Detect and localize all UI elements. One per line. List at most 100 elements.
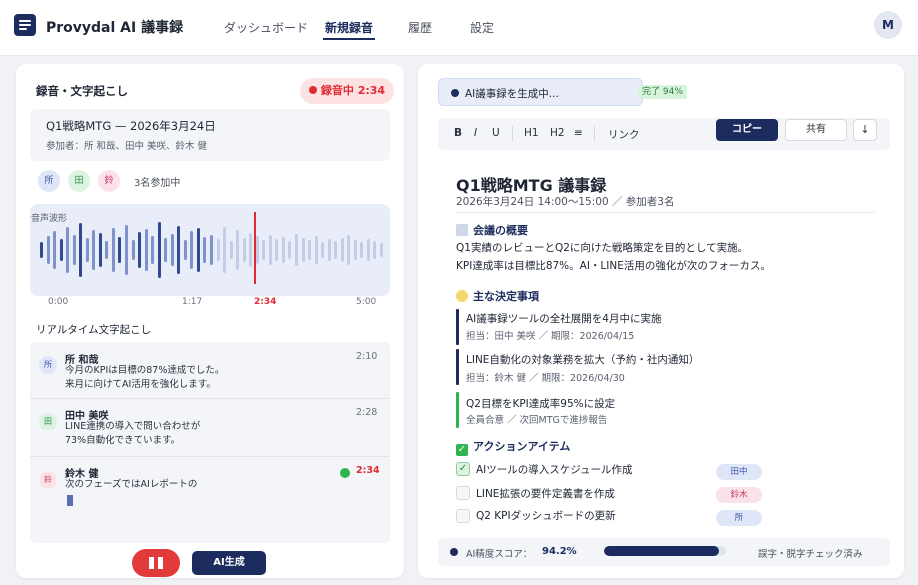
- waveform-bar: [151, 236, 155, 264]
- overview-text: Q1実績のレビューとQ2に向けた戦略策定を目的として実施。: [456, 242, 749, 254]
- underline-button[interactable]: U: [492, 127, 500, 139]
- waveform-bar: [72, 235, 76, 265]
- transcript-list[interactable]: 所 所 和哉 今月のKPIは目標の87%達成でした。 来月に向けてAI活用を強化…: [30, 342, 390, 543]
- nav-active-indicator: [323, 38, 375, 40]
- link-button[interactable]: リンク: [608, 127, 640, 142]
- decision-meta: 全員合意 ／ 次回MTGで進捗報告: [466, 415, 608, 426]
- score-bar: [604, 546, 726, 556]
- decision-marker: [456, 392, 459, 428]
- panel-title: 録音・文字起こし: [36, 84, 128, 98]
- transcript-title: リアルタイム文字起こし: [36, 324, 152, 336]
- transcript-time: 2:10: [356, 351, 378, 362]
- waveform-bar: [53, 231, 57, 269]
- transcript-line: 73%自動化できています。: [65, 435, 181, 446]
- ai-generation-status: AI議事録を生成中...: [438, 78, 643, 106]
- time-current: 2:34: [254, 297, 277, 307]
- overview-heading: 会議の概要: [456, 222, 528, 238]
- transcript-item: 鈴 鈴木 健 次のフェーズではAIレポートの 2:34: [30, 457, 390, 543]
- waveform-bar: [170, 234, 174, 266]
- action-checkbox[interactable]: [456, 486, 470, 500]
- ai-generate-button[interactable]: AI生成: [192, 551, 266, 575]
- decision-marker: [456, 349, 459, 385]
- speaker-avatar: 所: [39, 356, 57, 374]
- waveform-bar: [40, 242, 43, 258]
- nav-dashboard[interactable]: ダッシュボード: [224, 19, 308, 36]
- top-bar: Provydal AI 議事録 ダッシュボード 新規録音 履歴 設定 M: [0, 0, 918, 56]
- app-logo-icon[interactable]: [14, 14, 36, 36]
- waveform-bar: [111, 228, 115, 272]
- waveform-label: 音声波形: [31, 214, 68, 224]
- waveform-bar: [268, 235, 272, 265]
- recording-status-badge: 録音中 2:34: [300, 78, 394, 104]
- waveform-bar: [360, 242, 364, 258]
- action-text: LINE拡張の要件定義書を作成: [476, 488, 615, 500]
- participant-avatar[interactable]: 田: [68, 170, 90, 192]
- waveform-bar: [288, 241, 292, 259]
- action-checkbox[interactable]: [456, 509, 470, 523]
- notepad-icon: [456, 224, 468, 236]
- meeting-participants: 参加者：所 和哉、田中 美咲、鈴木 健: [46, 141, 208, 152]
- nav-history[interactable]: 履歴: [408, 19, 432, 36]
- accuracy-footer: AI精度スコア： 94.2% 誤字・脱字チェック済み: [438, 538, 890, 566]
- italic-button[interactable]: I: [474, 127, 477, 139]
- toolbar-divider: [512, 126, 513, 142]
- assignee-tag: 所: [716, 510, 762, 526]
- waveform-bar: [262, 240, 266, 260]
- waveform-bar: [380, 243, 383, 257]
- time-mid: 1:17: [182, 297, 203, 307]
- toolbar-divider: [594, 126, 595, 142]
- waveform-bar: [301, 238, 305, 262]
- transcript-line: 次のフェーズではAIレポートの: [65, 479, 198, 490]
- meeting-title: Q1戦略MTG — 2026年3月24日: [46, 119, 216, 133]
- waveform-bar: [255, 236, 259, 264]
- minutes-subtitle: 2026年3月24日 14:00〜15:00 ／ 参加者3名: [456, 196, 675, 208]
- waveform-bar: [183, 240, 187, 260]
- score-label: AI精度スコア：: [466, 549, 533, 560]
- audio-waveform[interactable]: [30, 204, 390, 296]
- action-text: AIツールの導入スケジュール作成: [476, 464, 633, 476]
- pause-button[interactable]: [132, 549, 180, 577]
- list-button[interactable]: ≡: [574, 127, 583, 139]
- live-indicator-icon: [340, 468, 350, 478]
- decision-meta: 担当：鈴木 健 ／ 期限：2026/04/30: [466, 373, 625, 384]
- nav-settings[interactable]: 設定: [470, 19, 494, 36]
- waveform-bar: [334, 241, 338, 259]
- user-avatar[interactable]: M: [874, 11, 902, 39]
- download-icon[interactable]: ↓: [853, 119, 877, 141]
- transcript-line: 今月のKPIは目標の87%達成でした。: [65, 365, 225, 376]
- minutes-panel: AI議事録を生成中... 完了 94% B I U H1 H2 ≡ リンク コピ…: [418, 64, 904, 578]
- waveform-bar: [223, 227, 227, 273]
- participant-avatar[interactable]: 所: [38, 170, 60, 192]
- waveform-bar: [144, 229, 148, 271]
- copy-button[interactable]: コピー: [716, 119, 778, 141]
- heading2-button[interactable]: H2: [550, 127, 565, 139]
- assignee-tag: 田中: [716, 464, 762, 480]
- score-dot-icon: [450, 548, 458, 556]
- waveform-bar: [105, 241, 109, 259]
- app-title: Provydal AI 議事録: [46, 20, 184, 36]
- waveform-bar: [340, 238, 344, 262]
- action-checkbox[interactable]: ✓: [456, 462, 470, 476]
- speaker-avatar: 鈴: [39, 471, 57, 489]
- waveform-bar: [236, 230, 240, 270]
- waveform-bar: [59, 239, 63, 261]
- heading1-button[interactable]: H1: [524, 127, 539, 139]
- waveform-bar: [308, 240, 312, 260]
- waveform-bar: [366, 239, 370, 261]
- score-bar-fill: [604, 546, 719, 556]
- share-button[interactable]: 共有: [785, 119, 847, 141]
- waveform-bar: [203, 237, 207, 263]
- recording-panel: 録音・文字起こし 録音中 2:34 Q1戦略MTG — 2026年3月24日 参…: [16, 64, 404, 578]
- waveform-bar: [327, 239, 331, 261]
- participant-avatar[interactable]: 鈴: [98, 170, 120, 192]
- transcript-time: 2:34: [356, 465, 380, 476]
- waveform-bar: [314, 236, 318, 264]
- decision-text: AI議事録ツールの全社展開を4月中に実施: [466, 313, 662, 325]
- nav-new-recording[interactable]: 新規録音: [325, 19, 373, 36]
- playhead-cursor[interactable]: [254, 212, 256, 284]
- waveform-bar: [210, 235, 213, 265]
- bold-button[interactable]: B: [454, 127, 462, 139]
- waveform-bar: [98, 233, 102, 267]
- waveform-bar: [164, 238, 168, 262]
- waveform-bar: [229, 241, 233, 259]
